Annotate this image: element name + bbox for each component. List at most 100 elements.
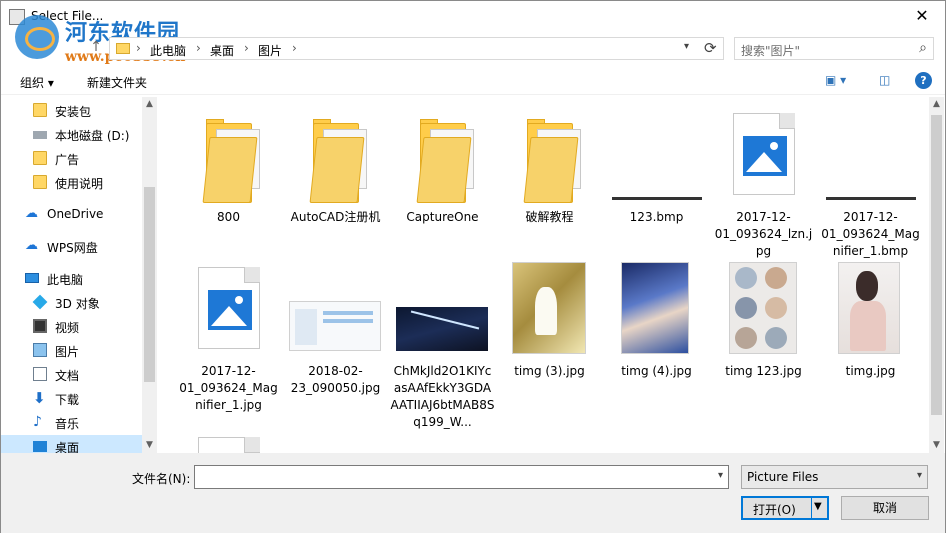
sidebar-item-videos[interactable]: 视频 — [1, 315, 143, 337]
sidebar-item-label: 音乐 — [55, 417, 80, 431]
video-icon — [33, 319, 47, 333]
help-icon[interactable]: ? — [915, 72, 932, 89]
sidebar-item-this-pc[interactable]: 此电脑 — [1, 267, 143, 289]
breadcrumb-desktop[interactable]: 桌面 — [210, 42, 234, 59]
address-bar[interactable]: › 此电脑 › 桌面 › 图片 › ▾ ⟳ — [109, 37, 724, 60]
sidebar-item-onedrive[interactable]: ☁ OneDrive — [1, 203, 143, 225]
folder-icon — [497, 103, 602, 203]
toolbar: 组织 ▾ 新建文件夹 ▣ ▾ ◫ ? — [1, 67, 945, 95]
folder-icon — [33, 151, 47, 165]
chevron-down-icon[interactable]: ▾ — [718, 470, 723, 481]
scroll-thumb[interactable] — [931, 115, 942, 415]
file-item-image[interactable]: 2017-12-01_093624_Magnifier_1.bmp — [818, 103, 923, 258]
scroll-thumb[interactable] — [144, 187, 155, 382]
file-item-image[interactable]: 2017-12-01_093624_Magnifier_1.jpg — [176, 257, 281, 412]
file-item-folder[interactable]: CaptureOne — [390, 103, 495, 233]
file-item-image[interactable] — [176, 433, 281, 453]
organize-button[interactable]: 组织 ▾ — [20, 74, 54, 91]
preview-pane-icon[interactable]: ◫ — [879, 73, 890, 87]
sidebar-item-instructions[interactable]: 使用说明 — [1, 171, 143, 193]
sidebar-item-label: 视频 — [55, 321, 80, 335]
navigation-row: ↑ › 此电脑 › 桌面 › 图片 › ▾ ⟳ 搜索"图片" ⌕ — [1, 33, 945, 63]
cancel-button[interactable]: 取消 — [841, 496, 929, 520]
sidebar-item-label: 下载 — [55, 393, 80, 407]
sidebar-item-music[interactable]: ♪ 音乐 — [1, 411, 143, 433]
split-divider — [811, 498, 812, 518]
sidebar-item-label: 使用说明 — [55, 177, 104, 191]
sidebar-item-downloads[interactable]: ⬇ 下载 — [1, 387, 143, 409]
sidebar-item-installers[interactable]: 安装包 — [1, 99, 143, 121]
scroll-up-icon[interactable]: ▲ — [142, 97, 157, 112]
image-thumbnail — [818, 103, 923, 203]
image-thumbnail — [818, 257, 923, 357]
breadcrumb-this-pc[interactable]: 此电脑 — [150, 42, 186, 59]
sidebar-item-3d-objects[interactable]: 3D 对象 — [1, 291, 143, 313]
sidebar-item-local-disk-d[interactable]: 本地磁盘 (D:) — [1, 123, 143, 145]
file-name: 2017-12-01_093624_Magnifier_1.jpg — [179, 364, 278, 412]
file-item-image[interactable]: timg (3).jpg — [497, 257, 602, 387]
chevron-down-icon[interactable]: ▾ — [684, 41, 689, 52]
refresh-icon[interactable]: ⟳ — [704, 39, 717, 57]
image-thumbnail — [604, 103, 709, 203]
file-dialog: Select File... ✕ 河东软件园 www.pc0359.cn ↑ ›… — [0, 0, 946, 533]
scroll-down-icon[interactable]: ▼ — [929, 438, 944, 453]
sidebar-item-label: 3D 对象 — [55, 297, 100, 311]
image-thumbnail — [604, 257, 709, 357]
file-item-folder[interactable]: AutoCAD注册机 — [283, 103, 388, 233]
chevron-down-icon[interactable]: ▾ — [917, 470, 922, 481]
search-icon[interactable]: ⌕ — [919, 40, 927, 56]
picture-icon — [33, 343, 47, 357]
file-name: timg (3).jpg — [514, 364, 585, 378]
breadcrumb-separator: › — [244, 41, 249, 55]
file-type-select[interactable]: Picture Files ▾ — [741, 465, 928, 489]
file-item-image[interactable]: timg.jpg — [818, 257, 923, 387]
breadcrumb-separator: › — [136, 41, 141, 55]
breadcrumb-pictures[interactable]: 图片 — [258, 42, 282, 59]
view-options-icon[interactable]: ▣ ▾ — [825, 73, 846, 87]
file-item-image[interactable]: 2018-02-23_090050.jpg — [283, 257, 388, 395]
new-folder-button[interactable]: 新建文件夹 — [87, 74, 147, 91]
close-button[interactable]: ✕ — [899, 1, 945, 31]
drive-icon — [33, 131, 47, 139]
folder-icon — [283, 103, 388, 203]
sidebar-item-desktop[interactable]: 桌面 — [1, 435, 143, 453]
scroll-down-icon[interactable]: ▼ — [142, 438, 157, 453]
file-item-image[interactable]: timg (4).jpg — [604, 257, 709, 387]
open-button-label: 打开(O) — [753, 503, 796, 517]
scroll-up-icon[interactable]: ▲ — [929, 97, 944, 112]
file-item-image[interactable]: ChMkJld2O1KIYcasAAfEkkY3GDAAATIIAJ6btMAB… — [390, 257, 495, 429]
file-item-image[interactable]: timg 123.jpg — [711, 257, 816, 387]
up-arrow-icon[interactable]: ↑ — [87, 39, 105, 57]
file-item-image[interactable]: 2017-12-01_093624_lzn.jpg — [711, 103, 816, 258]
download-icon: ⬇ — [33, 389, 46, 407]
desktop-icon — [33, 441, 47, 452]
file-item-image[interactable]: 123.bmp — [604, 103, 709, 233]
cloud-icon: ☁ — [25, 238, 38, 253]
search-box[interactable]: 搜索"图片" ⌕ — [734, 37, 934, 60]
sidebar-item-wps-drive[interactable]: ☁ WPS网盘 — [1, 235, 143, 257]
breadcrumb-separator: › — [292, 41, 297, 55]
file-name: timg 123.jpg — [725, 364, 802, 378]
chevron-down-icon[interactable]: ▼ — [814, 501, 822, 512]
folder-icon — [33, 103, 47, 117]
sidebar-item-ads[interactable]: 广告 — [1, 147, 143, 169]
sidebar-item-documents[interactable]: 文档 — [1, 363, 143, 385]
sidebar-item-label: 本地磁盘 (D:) — [55, 129, 130, 143]
dialog-footer: 文件名(N): ▾ Picture Files ▾ 打开(O) ▼ 取消 — [1, 453, 945, 533]
file-item-folder[interactable]: 破解教程 — [497, 103, 602, 233]
filename-label: 文件名(N): — [132, 472, 191, 486]
file-item-folder[interactable]: 800 — [176, 103, 281, 233]
sidebar-scrollbar[interactable]: ▲ ▼ — [142, 97, 157, 453]
sidebar-item-pictures[interactable]: 图片 — [1, 339, 143, 361]
folder-icon — [33, 175, 47, 189]
image-thumbnail — [497, 257, 602, 357]
sidebar-item-label: 安装包 — [55, 105, 92, 119]
breadcrumb-separator: › — [196, 41, 201, 55]
file-list-scrollbar[interactable]: ▲ ▼ — [929, 97, 944, 453]
file-name: 123.bmp — [629, 210, 684, 224]
open-button[interactable]: 打开(O) ▼ — [741, 496, 829, 520]
cloud-icon: ☁ — [25, 206, 38, 221]
folder-icon — [176, 103, 281, 203]
filename-input[interactable]: ▾ — [194, 465, 729, 489]
image-file-icon — [711, 103, 816, 203]
